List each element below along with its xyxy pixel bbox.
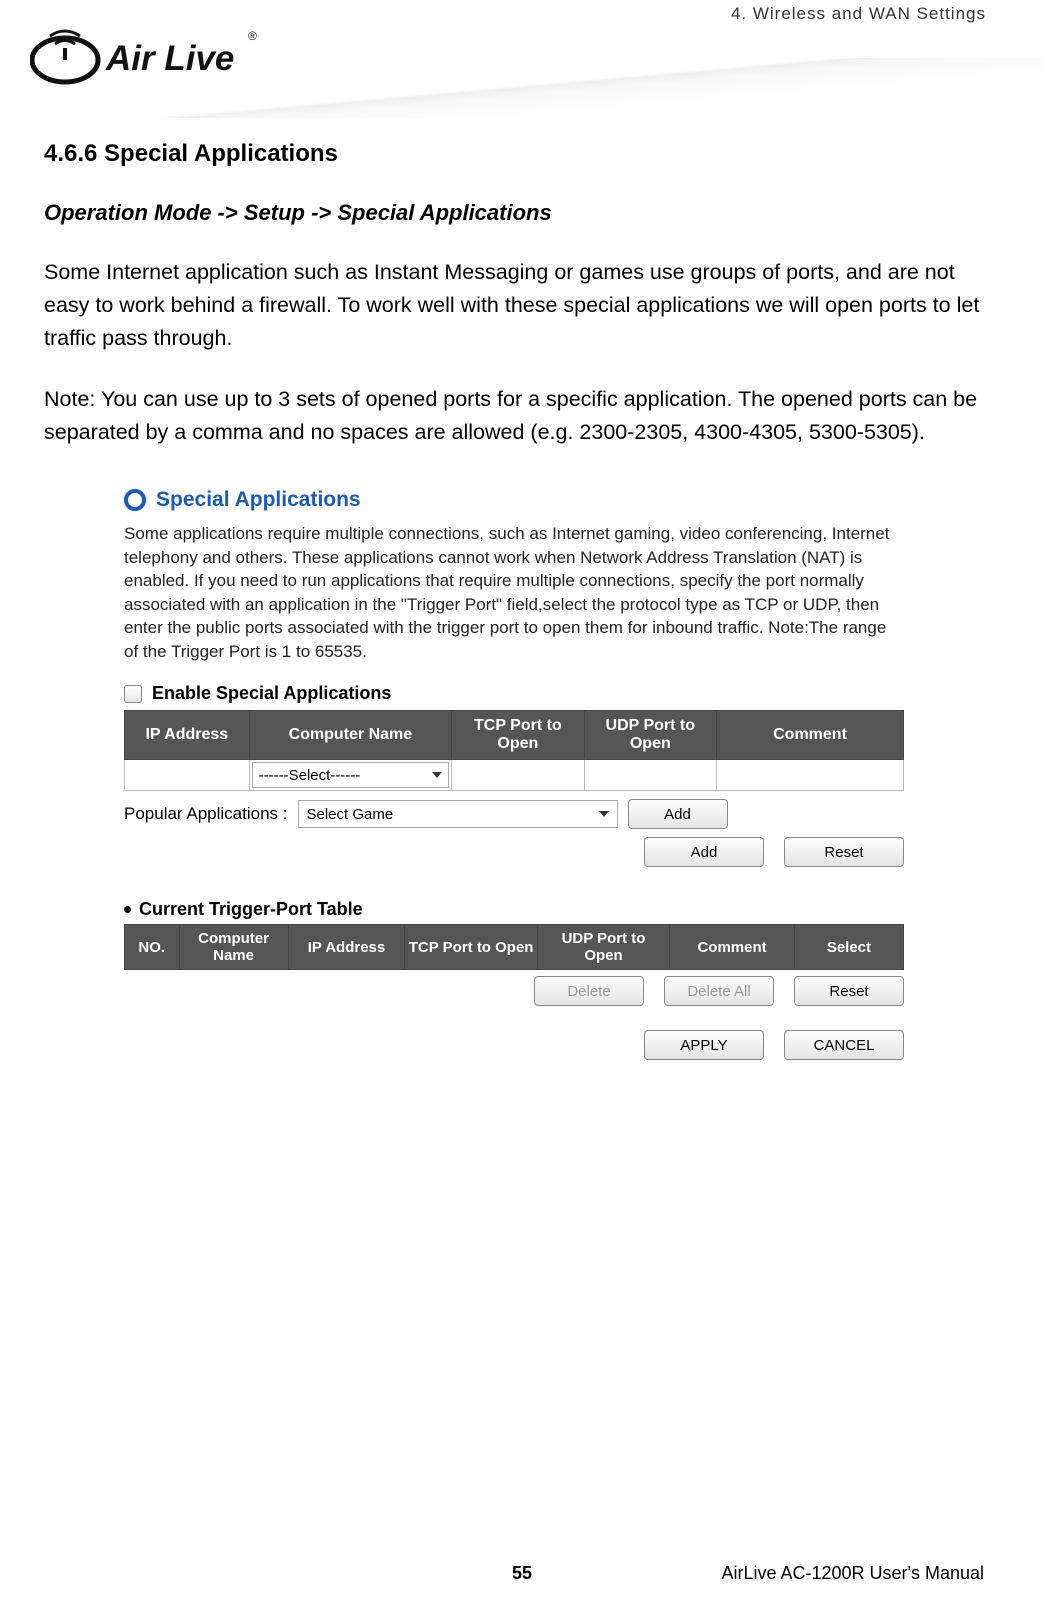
- chevron-down-icon: [599, 811, 609, 817]
- udp-port-input[interactable]: [584, 760, 716, 791]
- chapter-title: 4. Wireless and WAN Settings: [731, 4, 986, 24]
- select-value: ------Select------: [259, 767, 361, 784]
- computer-name-select-cell: ------Select------: [249, 760, 452, 791]
- col-comment: Comment: [717, 711, 904, 760]
- delete-button[interactable]: Delete: [534, 976, 644, 1006]
- popular-apps-value: Select Game: [307, 806, 394, 823]
- add-popular-button[interactable]: Add: [628, 799, 728, 829]
- ip-input[interactable]: [125, 760, 250, 791]
- col-computer-name: Computer Name: [249, 711, 452, 760]
- section-heading: 4.6.6 Special Applications: [44, 140, 996, 168]
- popular-apps-label: Popular Applications :: [124, 804, 288, 824]
- enable-row: Enable Special Applications: [124, 683, 904, 704]
- add-button[interactable]: Add: [644, 837, 764, 867]
- breadcrumb: Operation Mode -> Setup -> Special Appli…: [44, 200, 996, 226]
- input-buttons-row: Add Reset: [124, 837, 904, 867]
- enable-checkbox[interactable]: [124, 685, 142, 703]
- tcol-tcp: TCP Port to Open: [405, 925, 537, 970]
- tcol-computer-name: Computer Name: [179, 925, 288, 970]
- svg-text:®: ®: [248, 29, 257, 43]
- col-udp: UDP Port to Open: [584, 711, 716, 760]
- panel-title: Special Applications: [156, 488, 361, 512]
- apply-row: APPLY CANCEL: [124, 1030, 904, 1060]
- bullet-icon: [124, 906, 131, 913]
- tcol-no: NO.: [125, 925, 180, 970]
- header-swoosh: [0, 58, 1044, 118]
- col-ip: IP Address: [125, 711, 250, 760]
- tcol-select: Select: [794, 925, 903, 970]
- comment-input[interactable]: [717, 760, 904, 791]
- reset-button[interactable]: Reset: [784, 837, 904, 867]
- panel-title-row: Special Applications: [124, 488, 904, 512]
- popular-apps-row: Popular Applications : Select Game Add: [124, 799, 904, 829]
- reset-trigger-button[interactable]: Reset: [794, 976, 904, 1006]
- trigger-table-header-row: Current Trigger-Port Table: [124, 899, 904, 920]
- col-tcp: TCP Port to Open: [452, 711, 584, 760]
- page-number: 55: [512, 1563, 532, 1584]
- note-paragraph: Note: You can use up to 3 sets of opened…: [44, 383, 996, 449]
- popular-apps-select[interactable]: Select Game: [298, 800, 618, 828]
- manual-name: AirLive AC-1200R User's Manual: [721, 1563, 984, 1584]
- computer-name-select[interactable]: ------Select------: [252, 762, 450, 788]
- cancel-button[interactable]: CANCEL: [784, 1030, 904, 1060]
- page-footer: 55 AirLive AC-1200R User's Manual: [0, 1563, 1044, 1584]
- input-table: IP Address Computer Name TCP Port to Ope…: [124, 710, 904, 791]
- enable-label: Enable Special Applications: [152, 683, 391, 704]
- section-icon: [124, 489, 146, 511]
- page-header: 4. Wireless and WAN Settings Air Live ®: [0, 0, 1044, 110]
- trigger-table: NO. Computer Name IP Address TCP Port to…: [124, 924, 904, 970]
- page-content: 4.6.6 Special Applications Operation Mod…: [0, 110, 1044, 1060]
- tcp-port-input[interactable]: [452, 760, 584, 791]
- chevron-down-icon: [432, 772, 442, 778]
- intro-paragraph: Some Internet application such as Instan…: [44, 256, 996, 355]
- embedded-screenshot: Special Applications Some applications r…: [124, 488, 904, 1060]
- tcol-ip: IP Address: [288, 925, 405, 970]
- apply-button[interactable]: APPLY: [644, 1030, 764, 1060]
- tcol-udp: UDP Port to Open: [537, 925, 669, 970]
- panel-description: Some applications require multiple conne…: [124, 522, 904, 663]
- delete-all-button[interactable]: Delete All: [664, 976, 774, 1006]
- trigger-buttons-row: Delete Delete All Reset: [124, 976, 904, 1006]
- trigger-table-title: Current Trigger-Port Table: [139, 899, 363, 920]
- tcol-comment: Comment: [670, 925, 795, 970]
